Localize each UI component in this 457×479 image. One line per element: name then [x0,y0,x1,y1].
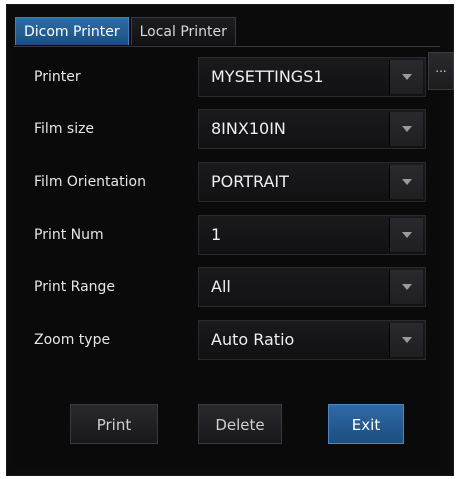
film-orientation-label: Film Orientation [34,174,146,190]
tab-bar: Dicom Printer Local Printer [15,17,238,49]
film-orientation-value: PORTRAIT [211,172,289,191]
printer-dropdown-button[interactable] [389,60,423,94]
film-size-select[interactable]: 8INX10IN [198,109,426,149]
chevron-down-icon [402,284,412,290]
print-range-dropdown-button[interactable] [389,270,423,304]
print-num-select[interactable]: 1 [198,215,426,255]
printer-more-button[interactable]: ... [428,52,454,90]
chevron-down-icon [402,232,412,238]
print-range-select[interactable]: All [198,267,426,307]
film-size-dropdown-button[interactable] [389,112,423,146]
tab-dicom-printer[interactable]: Dicom Printer [15,17,129,45]
chevron-down-icon [402,179,412,185]
print-range-label: Print Range [34,279,116,295]
exit-button[interactable]: Exit [328,404,404,444]
printer-value: MYSETTINGS1 [211,67,324,86]
print-button[interactable]: Print [70,404,158,444]
chevron-down-icon [402,74,412,80]
printer-select[interactable]: MYSETTINGS1 [198,57,426,97]
tab-local-printer[interactable]: Local Printer [130,17,236,45]
print-num-dropdown-button[interactable] [389,218,423,252]
delete-button[interactable]: Delete [198,404,282,444]
film-size-label: Film size [34,121,95,137]
zoom-type-select[interactable]: Auto Ratio [198,320,426,360]
zoom-type-value: Auto Ratio [211,330,295,349]
zoom-type-dropdown-button[interactable] [389,323,423,357]
print-num-value: 1 [211,225,222,244]
print-num-label: Print Num [34,227,104,243]
chevron-down-icon [402,126,412,132]
chevron-down-icon [402,337,412,343]
zoom-type-label: Zoom type [34,332,111,348]
print-range-value: All [211,277,231,296]
film-orientation-dropdown-button[interactable] [389,165,423,199]
film-orientation-select[interactable]: PORTRAIT [198,162,426,202]
printer-label: Printer [34,69,81,85]
film-size-value: 8INX10IN [211,119,286,138]
